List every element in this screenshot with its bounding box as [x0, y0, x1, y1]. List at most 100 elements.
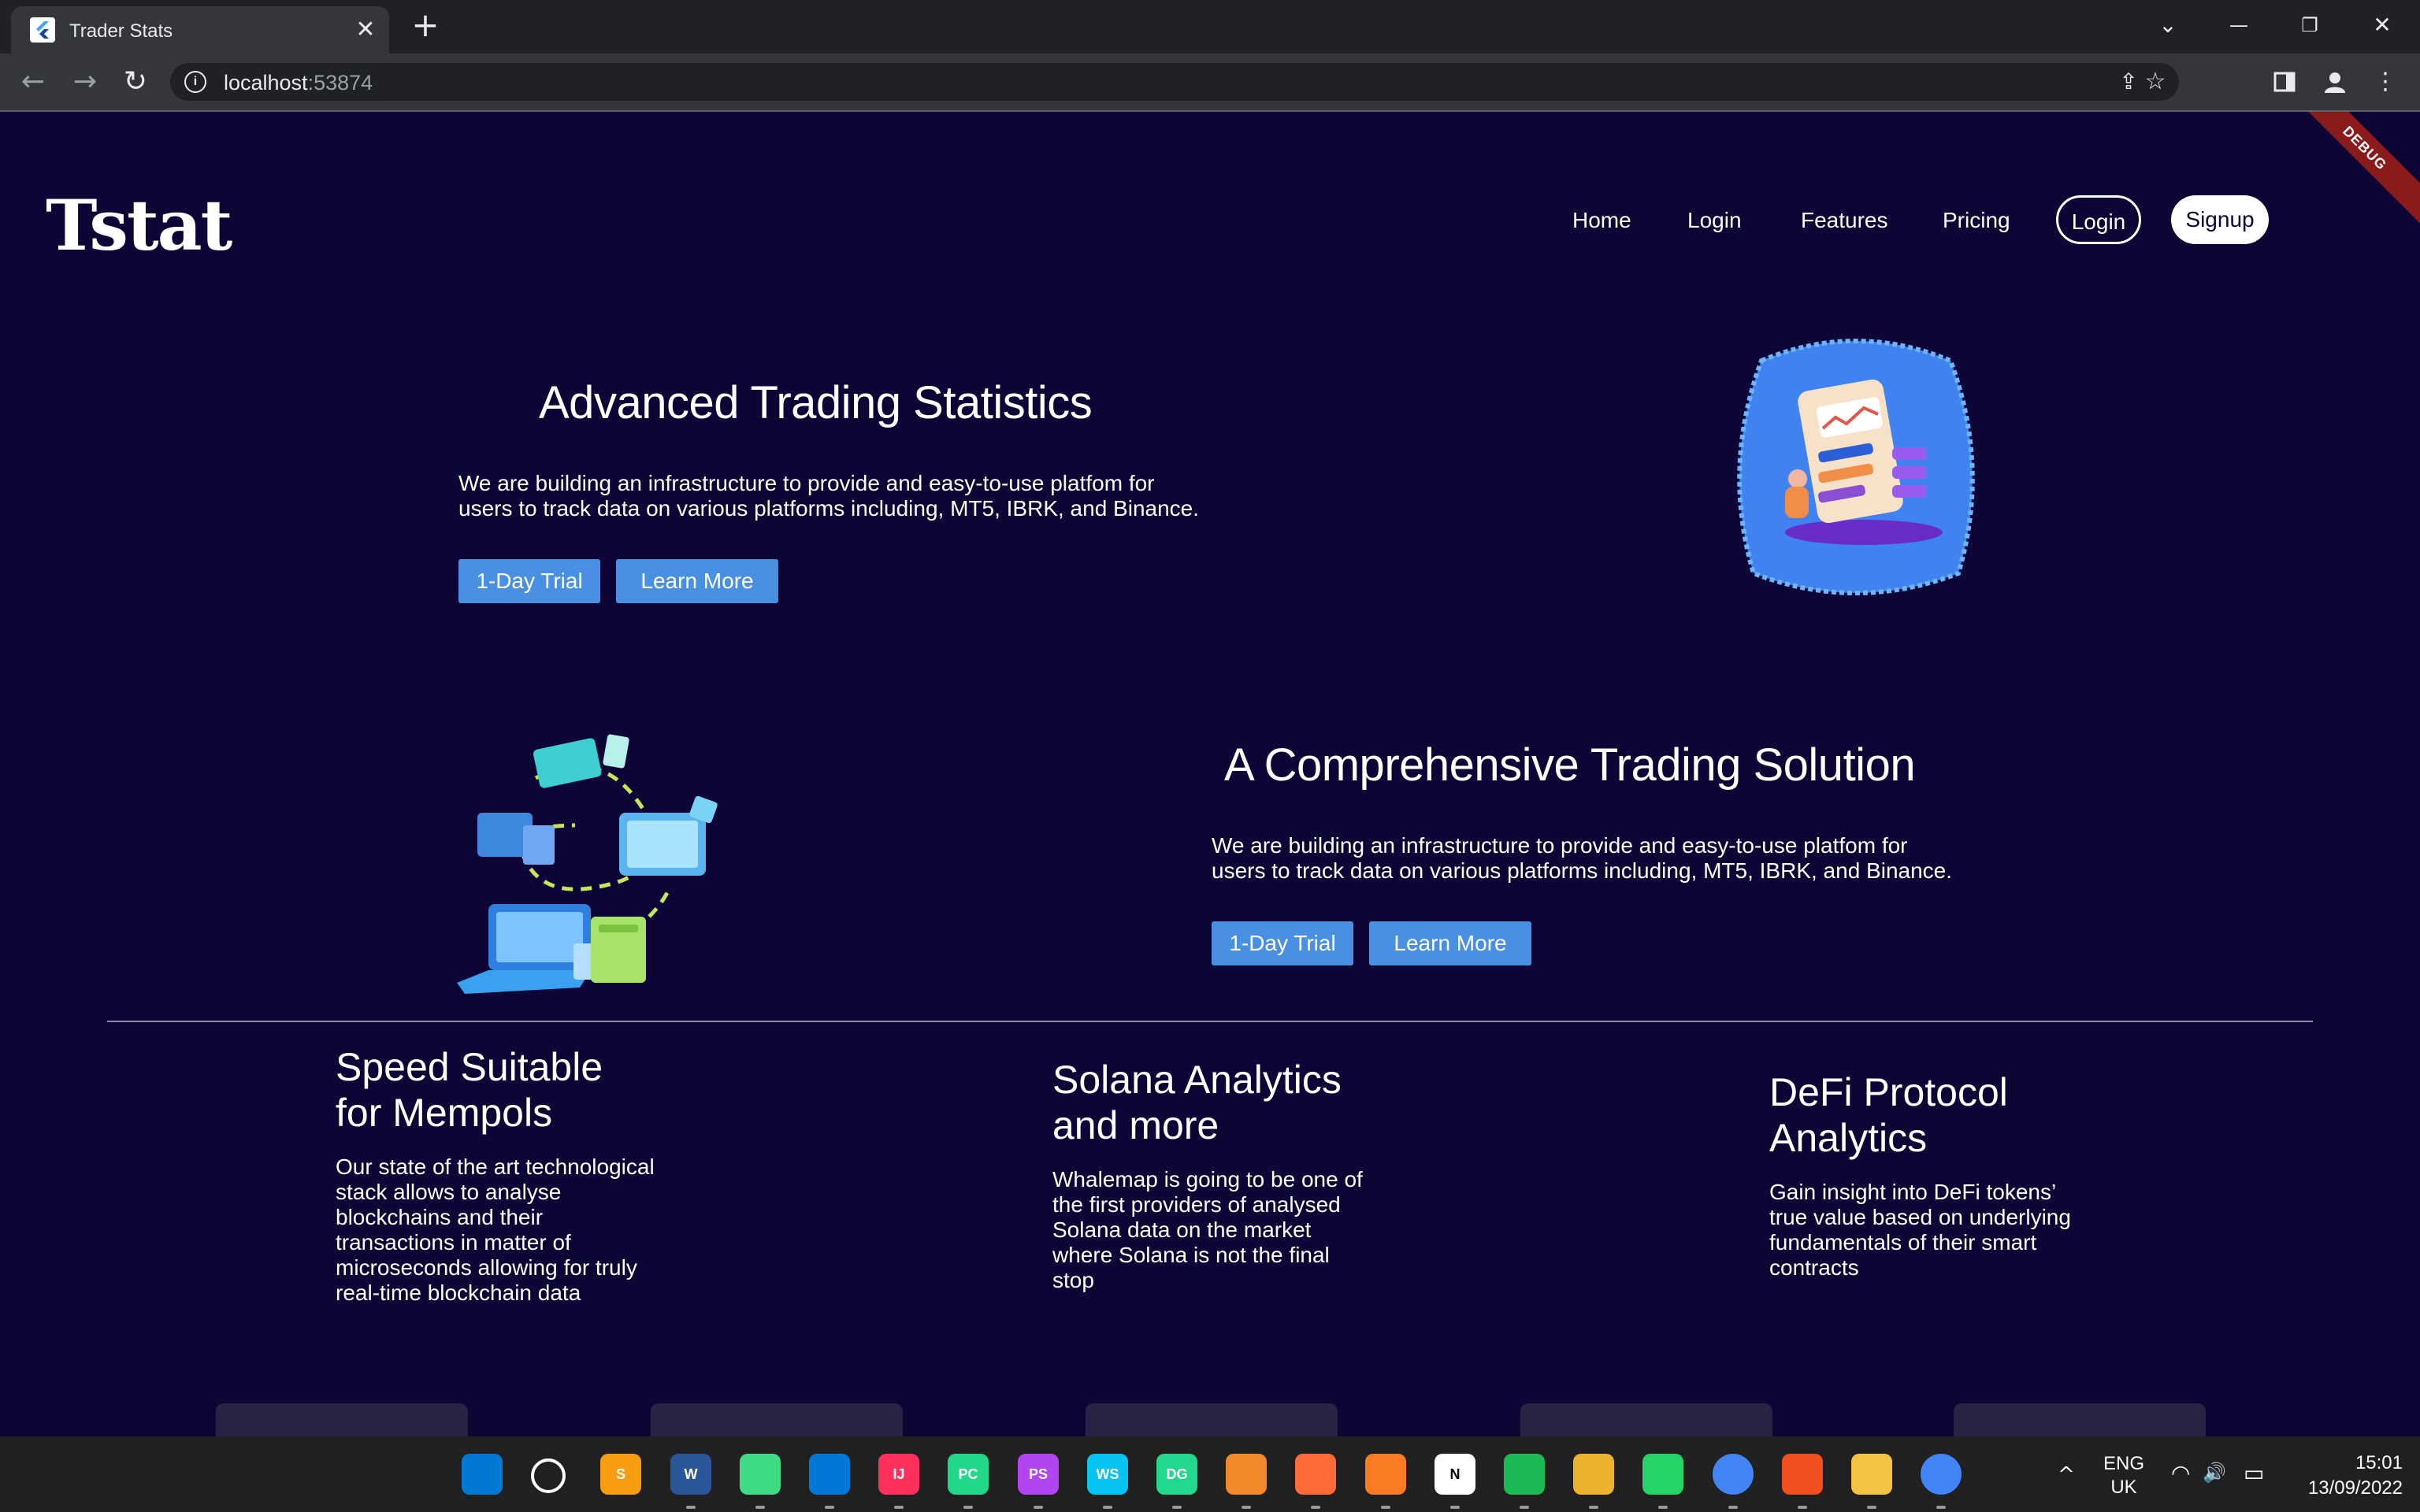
nav-pricing[interactable]: Pricing — [1943, 208, 2010, 233]
pricing-card[interactable] — [1954, 1403, 2206, 1436]
feature-title-line: for Mempols — [336, 1091, 553, 1135]
profile-icon[interactable] — [2319, 66, 2351, 98]
signup-button[interactable]: Signup — [2171, 195, 2269, 244]
windows-taskbar: S W IJ PC PS WS DG N ^ ENG UK ◠ 🔊 ▭ 15:01 13/09… — [0, 1436, 2420, 1512]
taskbar-running-indicator — [1520, 1506, 1529, 1509]
taskbar-running-indicator — [894, 1506, 904, 1509]
taskbar-running-indicator — [1798, 1506, 1807, 1509]
feature-title-line: DeFi Protocol — [1769, 1070, 2008, 1114]
taskbar-webstorm-icon[interactable]: WS — [1087, 1454, 1128, 1495]
taskbar-icon-label: PC — [958, 1466, 978, 1482]
taskbar-windows-start-icon[interactable] — [462, 1454, 503, 1495]
language-region: UK — [2110, 1477, 2137, 1498]
taskbar-chrome-profile-icon[interactable] — [1713, 1454, 1754, 1495]
feature-title-line: Analytics — [1769, 1116, 1928, 1160]
taskbar-running-indicator — [1311, 1506, 1320, 1509]
feature-title-solana: Solana Analytics and more — [1052, 1057, 1342, 1148]
pricing-card[interactable] — [1086, 1403, 1338, 1436]
tstat-logo[interactable]: Tstat — [46, 184, 232, 266]
taskbar-pycharm-icon[interactable]: PC — [948, 1454, 989, 1495]
side-panel-icon[interactable] — [2269, 66, 2300, 98]
feature-text-solana: Whalemap is going to be one of the first… — [1052, 1167, 1363, 1292]
nav-login[interactable]: Login — [1687, 208, 1742, 233]
login-button[interactable]: Login — [2056, 195, 2141, 244]
taskbar-running-indicator — [755, 1506, 765, 1509]
pricing-card[interactable] — [216, 1403, 468, 1436]
language-indicator[interactable]: ENG UK — [2099, 1452, 2149, 1499]
language-code: ENG — [2103, 1453, 2144, 1474]
pricing-card[interactable] — [1520, 1403, 1772, 1436]
feature-title-defi: DeFi Protocol Analytics — [1769, 1069, 2008, 1161]
hero-title-advanced: Advanced Trading Statistics — [539, 377, 1093, 428]
taskbar-whatsapp-icon[interactable] — [1642, 1454, 1683, 1495]
learn-more-button-2[interactable]: Learn More — [1369, 921, 1531, 965]
taskbar-icon-label: IJ — [893, 1466, 905, 1482]
taskbar-word-icon[interactable]: W — [670, 1454, 711, 1495]
learn-more-button-1[interactable]: Learn More — [616, 559, 778, 603]
taskbar-running-indicator — [1867, 1506, 1876, 1509]
address-bar[interactable]: i localhost:53874 ⇪ ☆ — [170, 63, 2179, 101]
url-port: :53874 — [307, 71, 373, 94]
taskbar-android-studio-icon[interactable] — [740, 1454, 781, 1495]
volume-icon[interactable]: 🔊 — [2203, 1462, 2226, 1484]
taskbar-slack-icon[interactable] — [1573, 1454, 1614, 1495]
section-divider — [107, 1021, 2313, 1022]
taskbar-datagrip-icon[interactable]: DG — [1156, 1454, 1197, 1495]
taskbar-icon-label: S — [615, 1466, 625, 1482]
taskbar-icon-label: N — [1449, 1466, 1461, 1482]
reload-icon[interactable]: ↻ — [118, 65, 153, 99]
feature-title-speed: Speed Suitable for Mempols — [336, 1044, 603, 1136]
network-devices-illustration — [457, 734, 718, 994]
taskbar-file-explorer-icon[interactable] — [1851, 1454, 1892, 1495]
taskbar-git-bash-icon[interactable] — [1226, 1454, 1267, 1495]
browser-tab[interactable]: Trader Stats ✕ — [11, 6, 389, 54]
restore-icon[interactable]: ❐ — [2288, 9, 2332, 41]
hero-description-2: We are building an infrastructure to pro… — [1212, 833, 1953, 883]
browser-menu-icon[interactable]: ⋮ — [2370, 66, 2401, 98]
feature-text-defi: Gain insight into DeFi tokens’ true valu… — [1769, 1180, 2071, 1280]
taskbar-phpstorm-icon[interactable]: PS — [1018, 1454, 1059, 1495]
taskbar-figma-icon[interactable] — [1782, 1454, 1823, 1495]
taskbar-search-icon[interactable] — [531, 1458, 566, 1493]
taskbar-icon-label: PS — [1028, 1466, 1048, 1482]
taskbar-running-indicator — [1103, 1506, 1112, 1509]
tray-chevron-icon[interactable]: ^ — [2058, 1463, 2075, 1487]
nav-home[interactable]: Home — [1572, 208, 1631, 233]
browser-tabstrip: Trader Stats ✕ + ⌄ — ❐ ✕ — [0, 0, 2420, 54]
taskbar-running-indicator — [825, 1506, 834, 1509]
back-icon[interactable]: ← — [16, 65, 50, 99]
hero-title-comprehensive: A Comprehensive Trading Solution — [1224, 739, 1916, 791]
battery-icon[interactable]: ▭ — [2244, 1460, 2264, 1486]
taskbar-icon-label: DG — [1166, 1466, 1188, 1482]
trial-button-2[interactable]: 1-Day Trial — [1212, 921, 1353, 965]
nav-features[interactable]: Features — [1801, 208, 1888, 233]
pricing-card[interactable] — [651, 1403, 903, 1436]
taskbar-running-indicator — [1381, 1506, 1390, 1509]
taskbar-chrome-icon[interactable] — [1921, 1454, 1962, 1495]
tab-close-icon[interactable]: ✕ — [351, 16, 380, 44]
bookmark-star-icon[interactable]: ☆ — [2140, 66, 2171, 98]
taskbar-xampp-icon[interactable] — [1365, 1454, 1406, 1495]
taskbar-running-indicator — [963, 1506, 973, 1509]
minimize-icon[interactable]: — — [2217, 9, 2261, 41]
feature-title-line: Solana Analytics — [1052, 1058, 1342, 1102]
taskbar-icon-label: WS — [1096, 1466, 1119, 1482]
taskbar-sublime-text-icon[interactable]: S — [600, 1454, 641, 1495]
taskbar-notion-icon[interactable]: N — [1435, 1454, 1475, 1495]
taskbar-vscode-icon[interactable] — [809, 1454, 850, 1495]
taskbar-intellij-icon[interactable]: IJ — [878, 1454, 919, 1495]
taskbar-spotify-icon[interactable] — [1504, 1454, 1545, 1495]
taskbar-running-indicator — [1242, 1506, 1251, 1509]
site-info-icon[interactable]: i — [184, 71, 206, 93]
new-tab-icon[interactable]: + — [410, 9, 441, 42]
taskbar-postman-icon[interactable] — [1295, 1454, 1336, 1495]
clock[interactable]: 15:01 13/09/2022 — [2285, 1451, 2403, 1501]
trial-button-1[interactable]: 1-Day Trial — [458, 559, 600, 603]
taskbar-running-indicator — [686, 1506, 696, 1509]
feature-title-line: and more — [1052, 1103, 1219, 1147]
forward-icon[interactable]: → — [68, 65, 102, 99]
wifi-icon[interactable]: ◠ — [2171, 1460, 2190, 1486]
tab-search-chevron-icon[interactable]: ⌄ — [2146, 9, 2190, 41]
taskbar-running-indicator — [1728, 1506, 1738, 1509]
window-close-icon[interactable]: ✕ — [2360, 9, 2404, 41]
